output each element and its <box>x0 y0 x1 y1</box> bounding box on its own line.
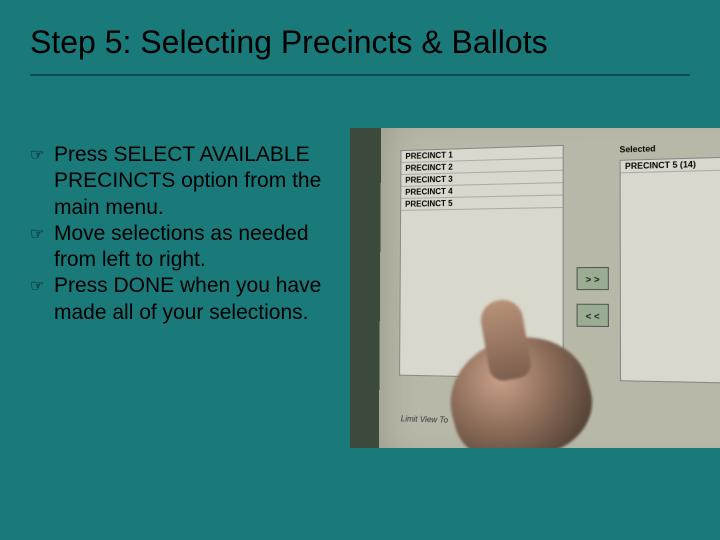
pointer-icon: ☞ <box>30 273 54 297</box>
list-item: ☞ Press DONE when you have made all of y… <box>30 273 340 326</box>
bullet-list: ☞ Press SELECT AVAILABLE PRECINCTS optio… <box>30 142 340 326</box>
bullet-text: Move selections as needed from left to r… <box>54 221 340 274</box>
bullet-text: Press DONE when you have made all of you… <box>54 273 340 326</box>
pointer-icon: ☞ <box>30 221 54 245</box>
move-left-button[interactable]: < < <box>577 304 609 327</box>
screenshot-photo: Precincts number of ballots or precincts… <box>350 128 720 448</box>
title-underline <box>30 74 690 76</box>
pointer-icon: ☞ <box>30 142 54 166</box>
list-item[interactable]: PRECINCT 5 <box>401 196 563 211</box>
selected-label: Selected <box>620 144 656 155</box>
slide-title: Step 5: Selecting Precincts & Ballots <box>30 24 690 61</box>
list-item: ☞ Press SELECT AVAILABLE PRECINCTS optio… <box>30 142 340 221</box>
limit-view-label: Limit View To <box>401 414 448 425</box>
list-item[interactable]: PRECINCT 5 (14) <box>621 156 720 173</box>
selected-precincts-list[interactable]: PRECINCT 5 (14) <box>620 155 720 384</box>
move-right-button[interactable]: > > <box>577 267 609 290</box>
screen-subheading: number of ballots or precincts available… <box>612 128 720 130</box>
bullet-text: Press SELECT AVAILABLE PRECINCTS option … <box>54 142 340 221</box>
list-item: ☞ Move selections as needed from left to… <box>30 221 340 274</box>
